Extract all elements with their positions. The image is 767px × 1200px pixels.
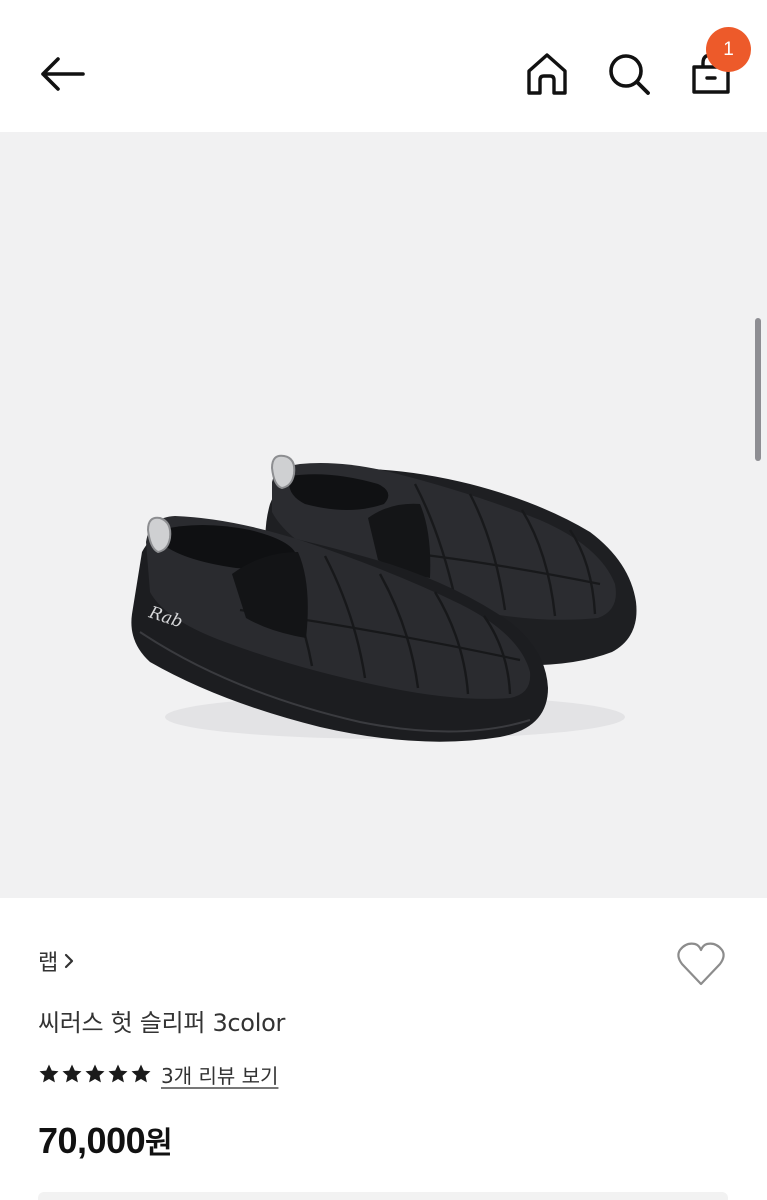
heart-outline-icon[interactable] [674,940,728,988]
app-header: 1 [0,0,767,132]
bottom-section-edge [38,1192,728,1200]
star-icon [108,1064,128,1083]
image-scrollbar[interactable] [755,318,761,461]
product-image: Rab [131,454,637,742]
back-arrow-icon[interactable] [36,52,88,96]
rating-stars [38,1063,153,1085]
star-icon [131,1064,151,1083]
cart-count-badge: 1 [706,27,751,72]
price-amount: 70,000 [38,1120,146,1161]
product-title: 씨러스 헛 슬리퍼 3color [38,1009,286,1037]
chevron-right-icon [65,953,74,969]
star-icon [85,1064,105,1083]
brand-link[interactable]: 랩 [38,944,76,978]
review-link[interactable]: 3개 리뷰 보기 [161,1060,278,1089]
home-icon[interactable] [524,50,570,98]
brand-name[interactable]: 랩 [38,945,58,977]
rating-row: 3개 리뷰 보기 [38,1060,278,1088]
search-icon[interactable] [605,50,653,98]
star-icon [62,1064,82,1083]
product-image-area[interactable]: Rab [0,132,767,898]
star-icon [39,1064,59,1083]
price-currency: 원 [145,1126,173,1161]
product-price: 70,000원 [38,1118,173,1162]
